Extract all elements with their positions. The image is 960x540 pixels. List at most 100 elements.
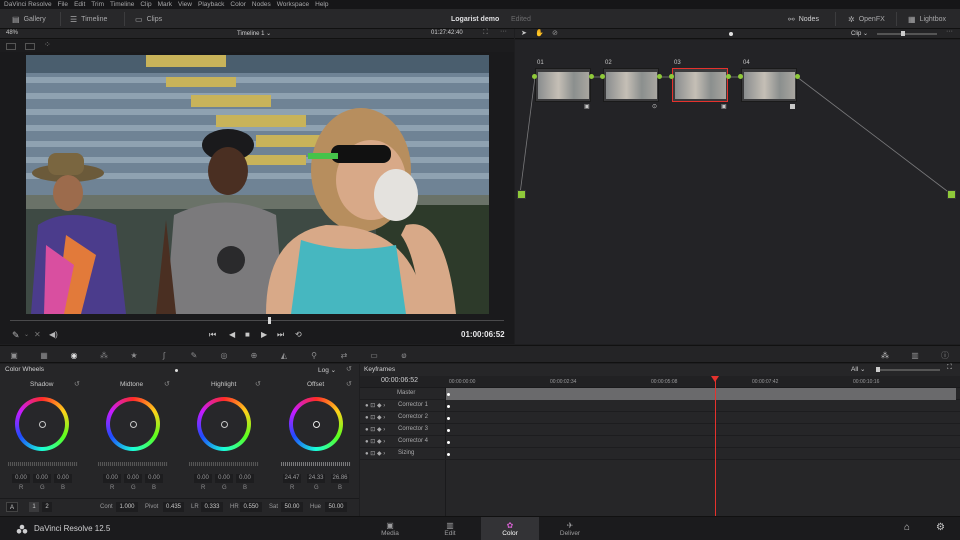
keyframe-dot[interactable] (447, 453, 450, 456)
sizing-icon[interactable]: ⇄ (339, 351, 349, 360)
menu-app[interactable]: DaVinci Resolve (4, 1, 52, 8)
value-b[interactable]: 0.00 (54, 474, 72, 483)
scrub-bar[interactable] (10, 320, 504, 321)
value-g[interactable]: 0.00 (215, 474, 233, 483)
input-node[interactable] (517, 190, 526, 199)
keyframe-dot[interactable] (447, 429, 450, 432)
stop-icon[interactable]: ■ (245, 330, 250, 339)
value-r[interactable]: 24.47 (283, 474, 301, 483)
node-zoom-slider[interactable] (877, 33, 937, 35)
wheel-center[interactable] (130, 421, 137, 428)
menu-help[interactable]: Help (315, 1, 328, 8)
hue-field[interactable]: 50.00 (325, 502, 347, 512)
viewer-mode-icon[interactable] (6, 43, 16, 50)
split-screen-icon[interactable] (25, 43, 35, 50)
menu-color[interactable]: Color (230, 1, 246, 8)
loop-icon[interactable]: ⟲ (295, 330, 302, 339)
fullscreen-icon[interactable]: ⛶ (483, 29, 488, 37)
reset-icon[interactable]: ↺ (164, 380, 170, 388)
track-controls[interactable]: ● ⊡ ◆ › (365, 438, 385, 445)
offset-wheel[interactable] (289, 397, 343, 451)
tab-deliver[interactable]: ✈ Deliver (541, 517, 599, 540)
clips-button[interactable]: ▭ Clips (135, 9, 162, 29)
playhead[interactable] (268, 317, 271, 324)
keyframe-filter[interactable]: All ⌄ (851, 365, 866, 373)
keyframe-dot[interactable] (447, 405, 450, 408)
wheel-center[interactable] (221, 421, 228, 428)
node-mode-selector[interactable]: Clip ⌄ (851, 30, 868, 37)
sat-field[interactable]: 50.00 (281, 502, 303, 512)
page-dot[interactable] (175, 369, 178, 372)
menu-nodes[interactable]: Nodes (252, 1, 271, 8)
keyframe-dot[interactable] (447, 417, 450, 420)
track-master[interactable]: Master (360, 388, 960, 400)
close-icon[interactable]: ✕ (34, 330, 41, 339)
output-node[interactable] (947, 190, 956, 199)
menu-view[interactable]: View (178, 1, 192, 8)
camera-raw-icon[interactable]: ▣ (9, 351, 19, 360)
zoom-slider[interactable] (876, 369, 940, 371)
track-controls[interactable]: ● ⊡ ◆ › (365, 450, 385, 457)
lightbox-button[interactable]: ▦ Lightbox (908, 9, 946, 29)
color-wheels-icon[interactable]: ◉ (69, 351, 79, 360)
reset-icon[interactable]: ↺ (74, 380, 80, 388)
highlight-wheel[interactable] (197, 397, 251, 451)
value-g[interactable]: 0.00 (124, 474, 142, 483)
value-b[interactable]: 0.00 (236, 474, 254, 483)
pivot-field[interactable]: 0.435 (163, 502, 184, 512)
menu-timeline[interactable]: Timeline (110, 1, 134, 8)
menu-trim[interactable]: Trim (91, 1, 104, 8)
menu-mark[interactable]: Mark (158, 1, 172, 8)
play-icon[interactable]: ▶ (261, 330, 267, 339)
node-output-connector[interactable] (589, 74, 594, 79)
more-icon[interactable]: ··· (946, 28, 953, 35)
settings-icon[interactable]: ⚙ (936, 522, 945, 533)
keyframes-icon[interactable]: ⁂ (880, 351, 890, 360)
wheel-center[interactable] (313, 421, 320, 428)
page-1-button[interactable]: 1 (29, 502, 39, 512)
3d-icon[interactable]: ▭ (369, 351, 379, 360)
audio-icon[interactable]: ◀) (49, 330, 58, 339)
curves-icon[interactable]: ∫ (159, 351, 169, 360)
track-controls[interactable]: ● ⊡ ◆ › (365, 402, 385, 409)
node-input-connector[interactable] (738, 74, 743, 79)
lr-field[interactable]: 0.333 (201, 502, 223, 512)
tracker-icon[interactable]: ⊕ (249, 351, 259, 360)
wheel-mode-selector[interactable]: Log ⌄ (318, 366, 336, 374)
chevron-down-icon[interactable]: ⌄ (24, 331, 29, 338)
window-icon[interactable]: ◎ (219, 351, 229, 360)
menu-clip[interactable]: Clip (140, 1, 151, 8)
rgb-mixer-icon[interactable]: ⁂ (99, 351, 109, 360)
page-2-button[interactable]: 2 (42, 502, 52, 512)
node-zoom-slider-handle[interactable] (901, 31, 905, 36)
track-controls[interactable]: ● ⊡ ◆ › (365, 414, 385, 421)
track-controls[interactable]: ● ⊡ ◆ › (365, 426, 385, 433)
node-03[interactable]: 03 (672, 60, 728, 102)
track-sizing[interactable]: ● ⊡ ◆ › Sizing (360, 448, 960, 460)
menu-file[interactable]: File (58, 1, 68, 8)
gallery-button[interactable]: ▤ Gallery (12, 9, 46, 29)
midtone-slider[interactable] (98, 462, 168, 466)
zoom-level[interactable]: 48% (6, 30, 18, 36)
node-input-connector[interactable] (600, 74, 605, 79)
hand-icon[interactable]: ✋ (535, 29, 544, 37)
keyframe-dot[interactable] (447, 441, 450, 444)
menu-workspace[interactable]: Workspace (277, 1, 309, 8)
track-corrector-4[interactable]: ● ⊡ ◆ › Corrector 4 (360, 436, 960, 448)
offset-slider[interactable] (281, 462, 351, 466)
wheel-center[interactable] (39, 421, 46, 428)
value-r[interactable]: 0.00 (103, 474, 121, 483)
nodes-button[interactable]: ⚯ Nodes (788, 9, 819, 29)
keyframe-dot[interactable] (447, 393, 450, 396)
node-01[interactable]: 01 (535, 60, 591, 102)
track-corrector-3[interactable]: ● ⊡ ◆ › Corrector 3 (360, 424, 960, 436)
openfx-button[interactable]: ✲ OpenFX (848, 9, 885, 29)
info-icon[interactable]: ⓘ (940, 351, 950, 360)
video-frame[interactable] (26, 55, 489, 314)
motion-effects-icon[interactable]: ★ (129, 351, 139, 360)
color-match-icon[interactable]: ▦ (39, 351, 49, 360)
node-graph[interactable]: 01 ▣ 02 ⊙ 03 ▣ 04 (515, 40, 960, 344)
node-04[interactable]: 04 (741, 60, 797, 102)
node-input-connector[interactable] (669, 74, 674, 79)
node-input-connector[interactable] (532, 74, 537, 79)
